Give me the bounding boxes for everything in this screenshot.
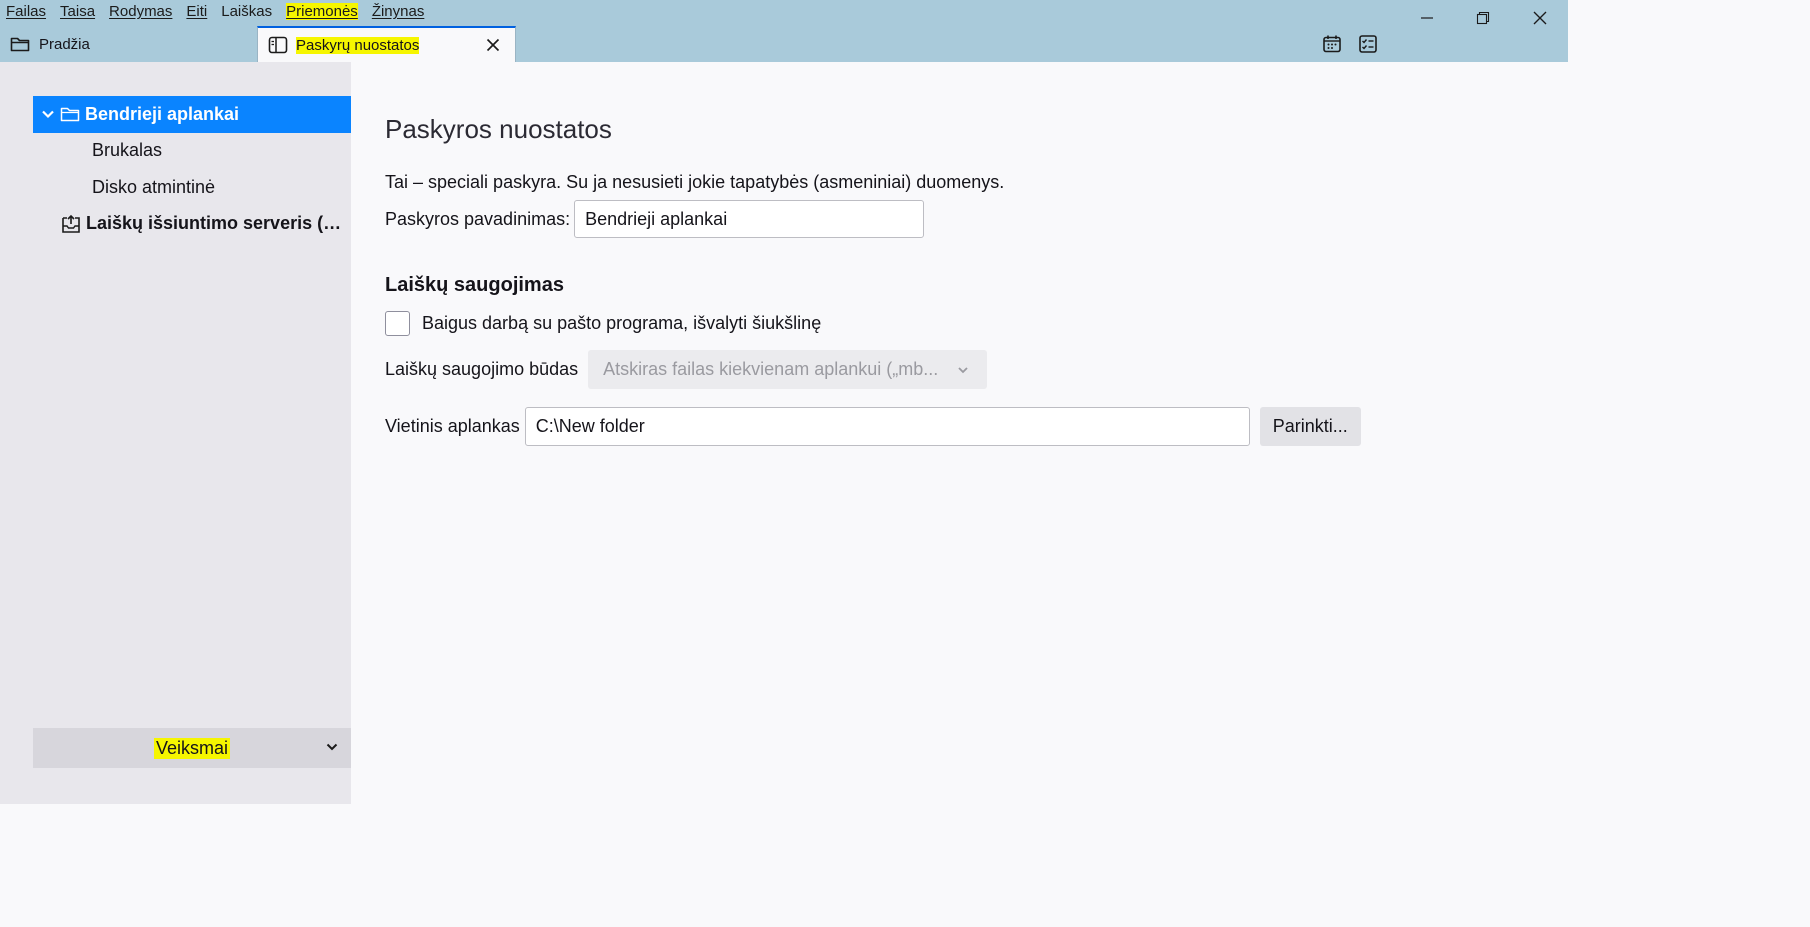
menu-tools-label: Priemonės: [286, 3, 358, 20]
storage-section-title: Laiškų saugojimas: [385, 274, 564, 296]
menu-bar: Failas Taisa Rodymas Eiti Laiškas Priemo…: [0, 0, 431, 24]
account-name-row: Paskyros pavadinimas: Bendrieji aplankai: [385, 200, 925, 238]
minimize-icon: [1421, 17, 1433, 19]
local-dir-input[interactable]: C:\New folder: [524, 407, 1250, 446]
tasks-button[interactable]: [1356, 32, 1380, 56]
account-description: Tai – speciali paskyra. Su ja nesusieti …: [385, 172, 1005, 192]
title-bar: Failas Taisa Rodymas Eiti Laiškas Priemo…: [0, 0, 1568, 62]
account-actions-label: Veiksmai: [153, 737, 231, 759]
menu-file[interactable]: Failas: [0, 1, 53, 23]
account-tree: Bendrieji aplankai Brukalas Disko atmint…: [33, 96, 351, 242]
empty-trash-label[interactable]: Baigus darbą su pašto programa, išvalyti…: [422, 313, 821, 334]
close-icon: [486, 38, 500, 52]
tab-account-settings-label: Paskyrų nuostatos: [296, 36, 420, 54]
tree-item-label: Bendrieji aplankai: [85, 103, 240, 124]
account-actions-button[interactable]: Veiksmai: [33, 728, 351, 768]
chevron-down-icon[interactable]: [37, 107, 59, 121]
menu-message[interactable]: Laiškas: [214, 1, 279, 23]
tab-close-button[interactable]: [483, 35, 503, 55]
tab-home-label: Pradžia: [39, 35, 90, 53]
local-dir-label: Vietinis aplankas: [385, 416, 520, 436]
folder-icon: [10, 37, 30, 52]
store-type-label: Laiškų saugojimo būdas: [385, 359, 579, 379]
tab-home[interactable]: Pradžia: [0, 26, 256, 62]
tree-item-local-folders[interactable]: Bendrieji aplankai: [33, 96, 351, 133]
store-type-value: Atskiras failas kiekvienam aplankui („mb…: [603, 359, 939, 379]
tree-item-label: Laiškų išsiuntimo serveris (SMTP): [86, 213, 346, 234]
chevron-down-icon: [958, 367, 968, 374]
calendar-icon: [1323, 35, 1341, 53]
menu-help[interactable]: Žinynas: [365, 1, 432, 23]
restore-icon: [1476, 11, 1490, 25]
folder-icon: [59, 103, 81, 125]
menu-tools[interactable]: Priemonės: [279, 1, 365, 23]
browse-button[interactable]: Parinkti...: [1259, 407, 1361, 446]
local-dir-row: Vietinis aplankas C:\New folder Parinkti…: [385, 407, 1361, 446]
tree-item-junk[interactable]: Brukalas: [33, 133, 351, 170]
empty-trash-row: Baigus darbą su pašto programa, išvalyti…: [385, 311, 821, 336]
store-type-row: Laiškų saugojimo būdas Atskiras failas k…: [385, 350, 988, 389]
page-title: Paskyros nuostatos: [385, 114, 612, 144]
menu-go[interactable]: Eiti: [179, 1, 214, 23]
account-sidebar: Bendrieji aplankai Brukalas Disko atmint…: [0, 62, 351, 804]
calendar-button[interactable]: [1320, 32, 1344, 56]
tree-item-smtp-server[interactable]: Laiškų išsiuntimo serveris (SMTP): [33, 206, 351, 243]
menu-file-label: Failas: [6, 3, 47, 20]
chevron-down-icon: [326, 743, 338, 751]
menu-edit[interactable]: Taisa: [53, 1, 102, 23]
menu-message-label: Laiškas: [221, 3, 273, 20]
tab-account-settings[interactable]: Paskyrų nuostatos: [257, 26, 516, 62]
menu-view[interactable]: Rodymas: [102, 1, 179, 23]
store-type-select[interactable]: Atskiras failas kiekvienam aplankui („mb…: [588, 350, 988, 389]
menu-go-label: Eiti: [186, 3, 208, 20]
tree-item-disk-space[interactable]: Disko atmintinė: [33, 169, 351, 206]
menu-edit-label: Taisa: [60, 3, 96, 20]
tab-bar: Pradžia Paskyrų nuostatos: [0, 26, 1568, 62]
account-name-label: Paskyros pavadinimas:: [385, 208, 571, 229]
account-settings-panel: Paskyros nuostatos Tai – speciali paskyr…: [351, 62, 1568, 804]
tasks-icon: [1359, 35, 1377, 53]
menu-view-label: Rodymas: [109, 3, 173, 20]
tree-item-label: Disko atmintinė: [92, 176, 216, 197]
menu-help-label: Žinynas: [371, 3, 425, 20]
outbox-icon: [60, 213, 82, 235]
account-name-input[interactable]: Bendrieji aplankai: [574, 200, 925, 238]
settings-page-icon: [268, 36, 288, 54]
close-icon: [1533, 11, 1547, 25]
tree-item-label: Brukalas: [92, 140, 163, 161]
empty-trash-checkbox[interactable]: [385, 311, 410, 336]
